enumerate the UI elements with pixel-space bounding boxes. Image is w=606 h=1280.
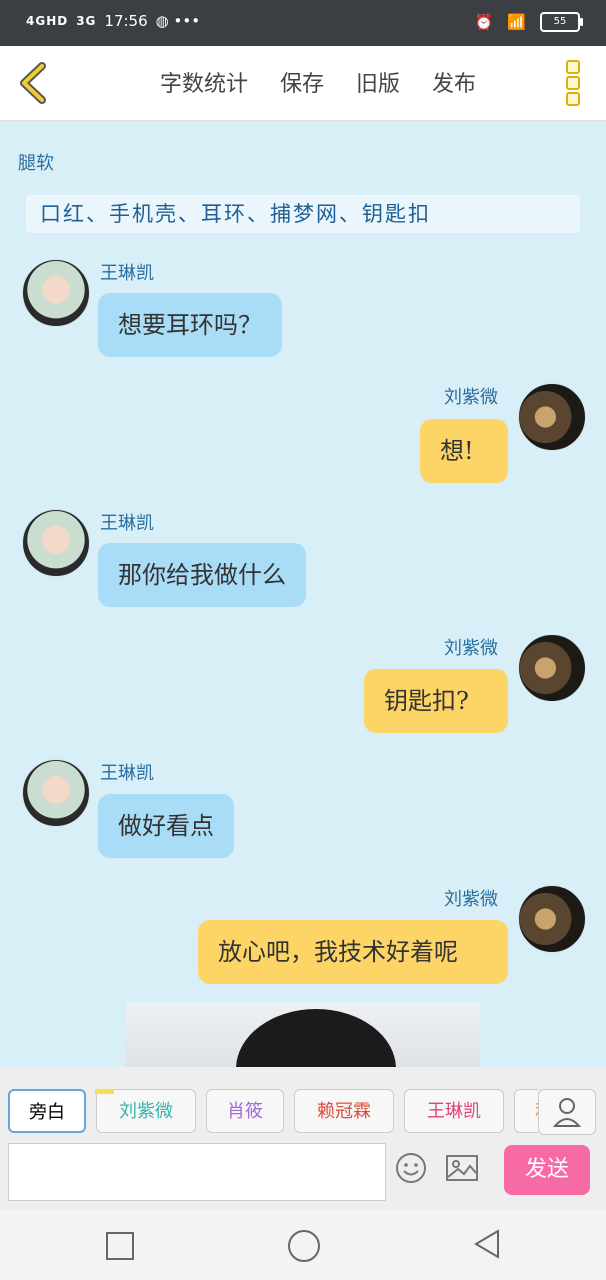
character-chip[interactable]: 肖筱 xyxy=(206,1089,284,1133)
avatar[interactable] xyxy=(22,259,90,327)
old-version-button[interactable]: 旧版 xyxy=(356,66,400,98)
toolbar-menu: 字数统计 保存 旧版 发布 xyxy=(160,66,476,98)
save-button[interactable]: 保存 xyxy=(280,66,324,98)
back-triangle-icon[interactable] xyxy=(472,1228,502,1264)
home-icon[interactable] xyxy=(288,1230,320,1262)
character-chip[interactable]: 王琳凯 xyxy=(404,1089,504,1133)
sender-name: 刘紫微 xyxy=(444,638,498,659)
input-panel: 旁白 主 刘紫微 肖筱 赖冠霖 王琳凯 利 发送 xyxy=(0,1067,606,1210)
battery-icon: 55 xyxy=(540,12,583,32)
message-bubble[interactable]: 那你给我做什么 xyxy=(98,543,306,607)
publish-button[interactable]: 发布 xyxy=(432,66,476,98)
message-bubble[interactable]: 想要耳环吗？ xyxy=(98,293,282,357)
clock: 17:56 xyxy=(104,12,148,30)
network-indicator-1: 4GHD xyxy=(26,14,69,28)
alarm-icon: ⏰ xyxy=(474,13,494,31)
more-menu-icon[interactable] xyxy=(566,60,580,106)
sender-name: 刘紫微 xyxy=(444,889,498,910)
host-tag: 主 xyxy=(95,1089,115,1094)
character-selector: 旁白 主 刘紫微 肖筱 赖冠霖 王琳凯 利 xyxy=(8,1089,538,1137)
sender-name: 刘紫微 xyxy=(444,387,498,408)
sender-name: 王琳凯 xyxy=(100,513,154,534)
status-bar: 4GHD 3G 17:56 ◍ ••• ⏰ 📶 55 xyxy=(0,0,606,46)
photo-message[interactable] xyxy=(126,1003,480,1067)
recent-apps-icon[interactable] xyxy=(106,1232,134,1260)
message-bubble[interactable]: 想! xyxy=(420,419,508,483)
message-bubble[interactable]: 放心吧，我技术好着呢 xyxy=(198,920,508,984)
sender-name: 王琳凯 xyxy=(100,263,154,284)
avatar[interactable] xyxy=(518,383,586,451)
message-bubble[interactable]: 钥匙扣? xyxy=(364,669,508,733)
image-icon[interactable] xyxy=(444,1151,480,1185)
system-nav-bar xyxy=(0,1210,606,1280)
character-chip[interactable]: 利 xyxy=(514,1089,538,1133)
avatar[interactable] xyxy=(518,885,586,953)
avatar[interactable] xyxy=(22,509,90,577)
avatar[interactable] xyxy=(22,759,90,827)
previous-message: 口红、手机壳、耳环、捕梦网、钥匙扣 xyxy=(26,195,580,233)
character-profile-icon[interactable] xyxy=(538,1089,596,1135)
message-bubble[interactable]: 做好看点 xyxy=(98,794,234,858)
emoji-icon[interactable] xyxy=(394,1151,428,1185)
network-indicator-2: 3G xyxy=(76,14,97,28)
chapter-title: 腿软 xyxy=(18,153,54,174)
message-input[interactable] xyxy=(8,1143,386,1201)
character-chip[interactable]: 旁白 xyxy=(8,1089,86,1133)
avatar[interactable] xyxy=(518,634,586,702)
chat-area[interactable]: 腿软 口红、手机壳、耳环、捕梦网、钥匙扣 王琳凯 想要耳环吗？ 刘紫微 想! 王… xyxy=(0,121,606,1067)
sender-name: 王琳凯 xyxy=(100,763,154,784)
send-button[interactable]: 发送 xyxy=(504,1145,590,1195)
top-toolbar: 字数统计 保存 旧版 发布 xyxy=(0,46,606,121)
character-chip[interactable]: 主 刘紫微 xyxy=(95,1089,196,1133)
character-chip[interactable]: 赖冠霖 xyxy=(294,1089,394,1133)
notification-icon: ◍ ••• xyxy=(155,12,201,30)
word-count-button[interactable]: 字数统计 xyxy=(160,66,248,98)
wifi-icon: 📶 xyxy=(507,13,526,31)
back-arrow-icon[interactable] xyxy=(14,60,54,106)
